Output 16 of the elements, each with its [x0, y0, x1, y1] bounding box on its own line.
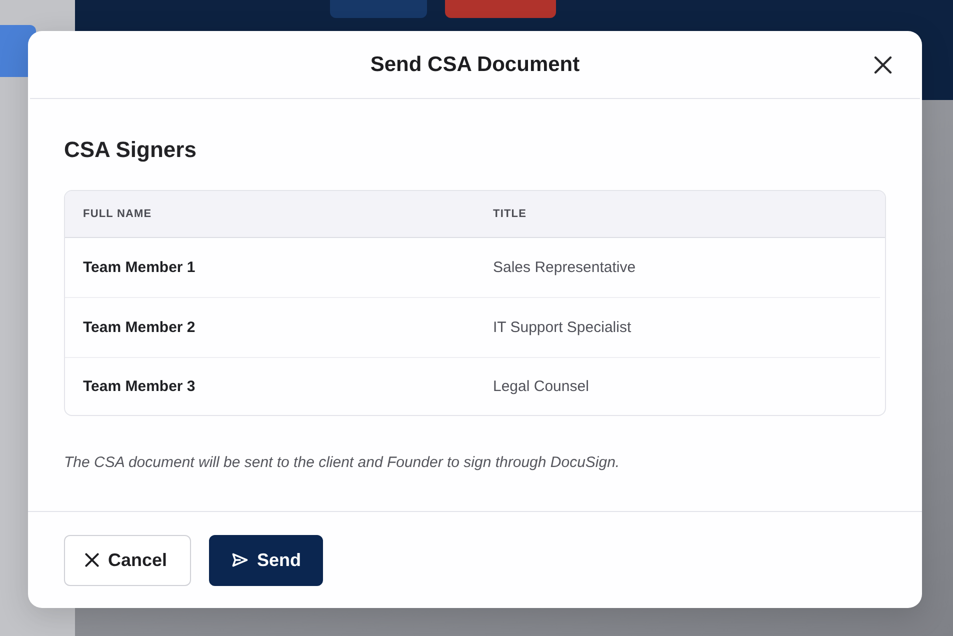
- table-cell-text: Team Member 1: [82, 259, 196, 276]
- send-icon: [232, 553, 248, 567]
- table-cell-text: Sales Representative: [492, 259, 637, 276]
- table-cell-text: Legal Counsel: [492, 378, 590, 395]
- column-header: TITLE: [492, 208, 528, 220]
- info-note: The CSA document will be sent to the client and Founder to sign through DocuSign.: [64, 454, 621, 471]
- column-header: FULL NAME: [82, 208, 153, 220]
- x-icon: [85, 553, 99, 567]
- table-cell-text: IT Support Specialist: [492, 319, 632, 336]
- send-button[interactable]: Send: [209, 534, 323, 586]
- table-cell-text: Team Member 2: [82, 319, 196, 336]
- section-title: CSA Signers: [64, 137, 198, 163]
- table-cell-text: Team Member 3: [82, 378, 196, 395]
- cancel-button[interactable]: Cancel: [64, 534, 191, 586]
- dialog-title: Send CSA Document: [370, 52, 580, 76]
- close-icon[interactable]: [874, 56, 892, 74]
